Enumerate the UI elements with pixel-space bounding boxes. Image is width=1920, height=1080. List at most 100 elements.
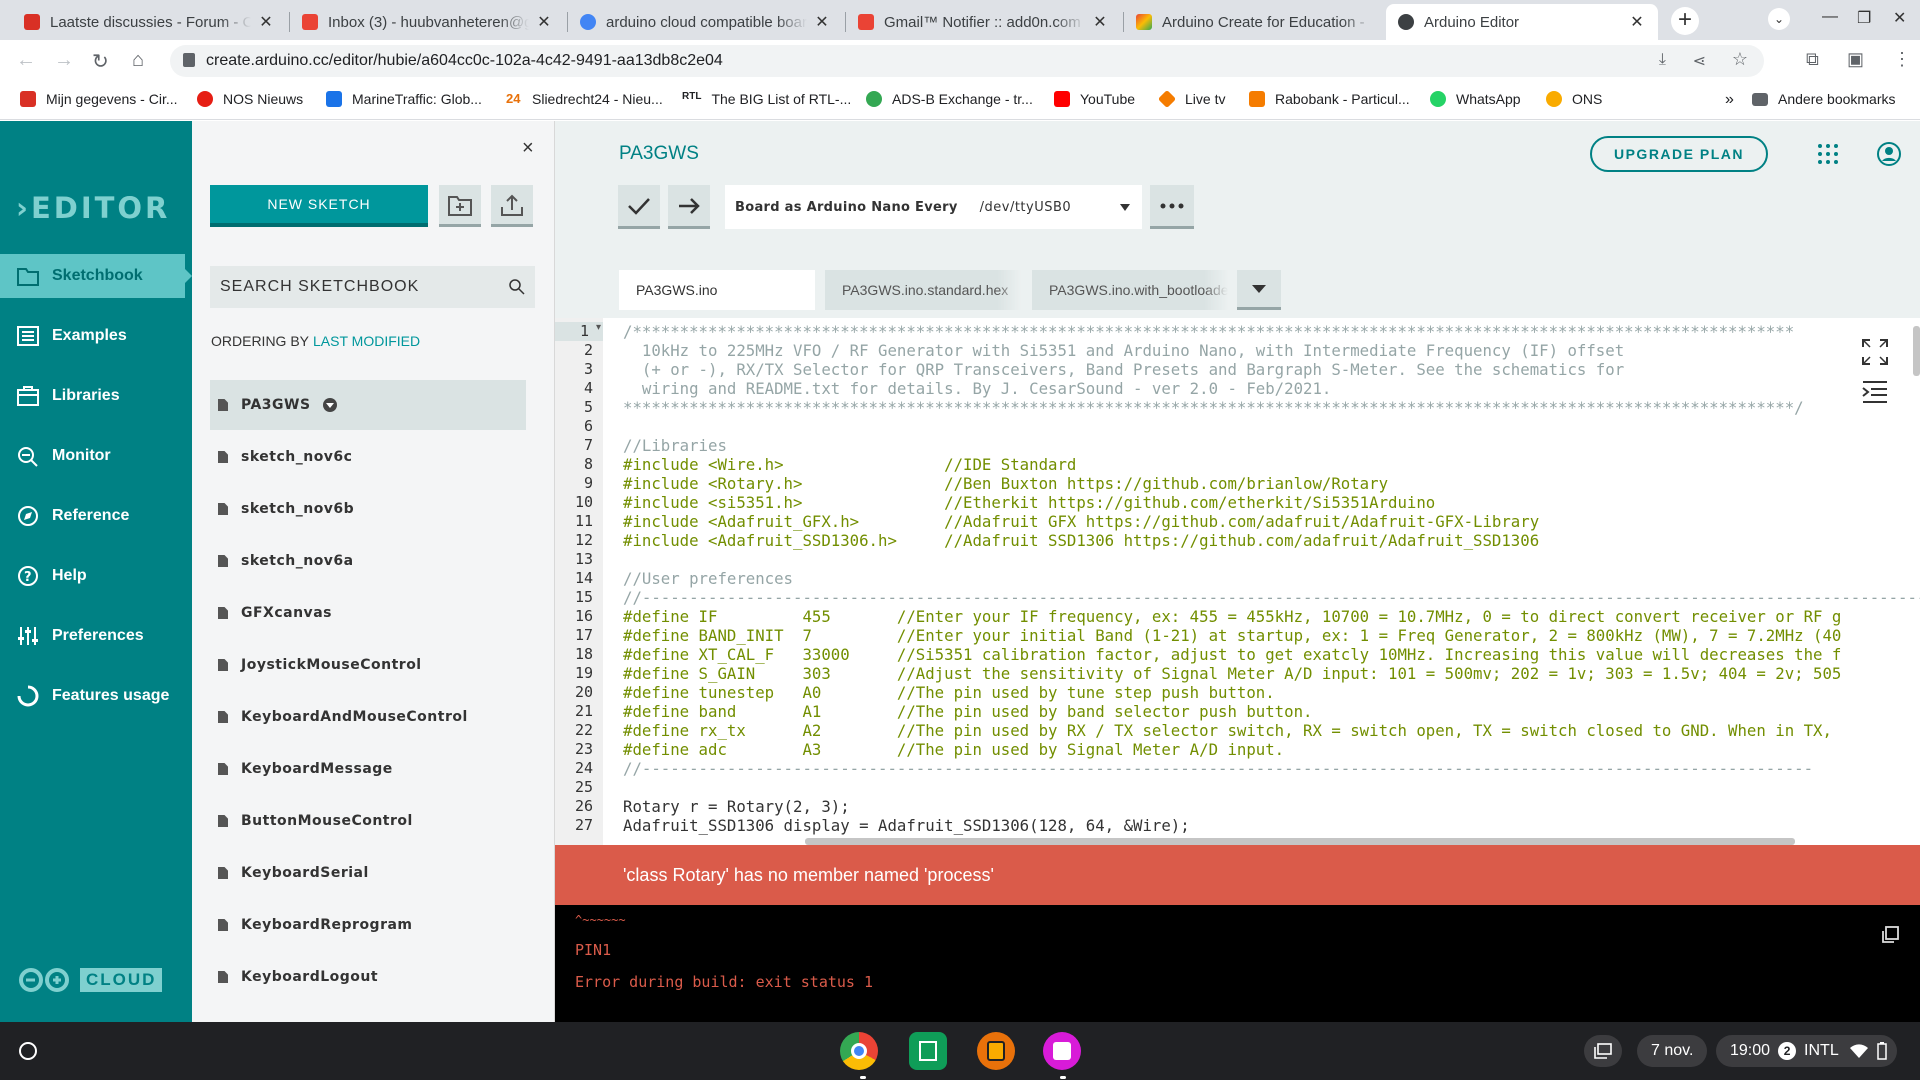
bookmark-item[interactable]: RTL The BIG List of RTL-... — [682, 91, 851, 107]
browser-tab[interactable]: arduino cloud compatible boar ✕ — [568, 4, 843, 40]
browser-tab[interactable]: Arduino Create for Education - — [1124, 4, 1386, 40]
line-number: 9 — [583, 474, 593, 492]
minimize-window-icon[interactable]: — — [1822, 8, 1838, 26]
close-window-icon[interactable]: ✕ — [1893, 8, 1906, 28]
sketch-item[interactable]: sketch_nov6c — [210, 432, 526, 482]
nav-examples[interactable]: Examples — [0, 314, 192, 358]
bookmark-item[interactable]: Live tv — [1157, 89, 1225, 109]
upload-button[interactable] — [668, 185, 710, 229]
sketch-item[interactable]: KeyboardLogout — [210, 952, 526, 1002]
line-number: 1 ▾ — [555, 322, 603, 341]
nav-reference[interactable]: Reference — [0, 494, 192, 538]
sketch-item[interactable]: ButtonMouseControl — [210, 796, 526, 846]
new-sketch-button[interactable]: NEW SKETCH — [210, 185, 428, 227]
overview-button[interactable] — [1584, 1035, 1622, 1067]
console-line: PIN1 — [575, 941, 612, 959]
file-tab[interactable]: PA3GWS.ino.standard.hex — [825, 270, 1021, 310]
copy-icon[interactable] — [1880, 925, 1900, 945]
bookmarks-overflow-button[interactable]: » — [1725, 91, 1734, 109]
close-tab-icon[interactable]: ✕ — [1091, 12, 1109, 32]
browser-tab-active[interactable]: Arduino Editor ✕ — [1386, 4, 1658, 40]
fullscreen-icon[interactable] — [1861, 338, 1889, 366]
launcher-icon[interactable] — [18, 1041, 38, 1061]
file-tab[interactable]: PA3GWS.ino.with_bootloader.hex — [1032, 270, 1228, 310]
nav-monitor[interactable]: Monitor — [0, 434, 192, 478]
nav-preferences[interactable]: Preferences — [0, 614, 192, 658]
address-bar[interactable]: create.arduino.cc/editor/hubie/a604cc0c-… — [170, 45, 1764, 77]
file-tab-active[interactable]: PA3GWS.ino — [619, 270, 815, 310]
other-bookmarks-folder[interactable]: Andere bookmarks — [1752, 91, 1896, 107]
sketch-item[interactable]: KeyboardAndMouseControl — [210, 692, 526, 742]
user-avatar-icon[interactable] — [1876, 141, 1902, 167]
status-tray[interactable]: 19:00 2 INTL — [1716, 1035, 1897, 1067]
bookmark-star-icon[interactable]: ☆ — [1732, 49, 1748, 70]
close-tab-icon[interactable]: ✕ — [535, 12, 553, 32]
reload-icon[interactable]: ↻ — [92, 49, 109, 74]
bookmark-item[interactable]: MarineTraffic: Glob... — [326, 91, 482, 107]
close-panel-icon[interactable]: × — [522, 137, 534, 160]
tab-search-chevron-icon[interactable]: ⌄ — [1768, 8, 1790, 30]
ordering-dropdown[interactable]: LAST MODIFIED — [313, 333, 420, 349]
sketch-item[interactable]: sketch_nov6b — [210, 484, 526, 534]
bookmark-item[interactable]: YouTube — [1054, 91, 1135, 107]
code-editor[interactable]: 1 ▾ 2 3 4 5 6 7 8 9 10 11 12 13 14 15 16 … — [555, 318, 1920, 845]
browser-tab[interactable]: Laatste discussies - Forum - Ci ✕ — [12, 4, 287, 40]
share-icon[interactable]: ⋖ — [1693, 51, 1706, 71]
home-icon[interactable]: ⌂ — [132, 49, 144, 72]
canvas-app-icon[interactable] — [1043, 1032, 1081, 1070]
horizontal-scrollbar[interactable] — [805, 838, 1795, 845]
zoom-app-icon[interactable] — [977, 1032, 1015, 1070]
sketch-item[interactable]: KeyboardSerial — [210, 848, 526, 898]
side-panel-icon[interactable]: ▣ — [1847, 49, 1864, 70]
more-options-button[interactable] — [1150, 185, 1194, 229]
line-number: 10 — [574, 493, 593, 511]
close-tab-icon[interactable]: ✕ — [1628, 12, 1646, 32]
sketch-item[interactable]: sketch_nov6a — [210, 536, 526, 586]
fold-arrow-icon[interactable]: ▾ — [596, 322, 601, 333]
sheets-app-icon[interactable] — [909, 1032, 947, 1070]
extensions-icon[interactable]: ⧉ — [1806, 49, 1819, 70]
tabs-dropdown-button[interactable] — [1237, 270, 1281, 310]
close-tab-icon[interactable]: ✕ — [257, 12, 275, 32]
board-selector[interactable]: Board as Arduino Nano Every /dev/ttyUSB0 — [725, 185, 1142, 229]
browser-tab[interactable]: Gmail™ Notifier :: add0n.com ✕ — [846, 4, 1121, 40]
bookmark-item[interactable]: Mijn gegevens - Cir... — [20, 91, 178, 107]
upgrade-plan-button[interactable]: UPGRADE PLAN — [1590, 136, 1768, 172]
restore-window-icon[interactable]: ❐ — [1857, 8, 1871, 28]
bookmark-item[interactable]: WhatsApp — [1430, 91, 1521, 107]
sketch-item[interactable]: KeyboardReprogram — [210, 900, 526, 950]
verify-button[interactable] — [618, 185, 660, 229]
search-sketchbook-input[interactable]: SEARCH SKETCHBOOK — [210, 266, 535, 308]
nav-features-usage[interactable]: Features usage — [0, 674, 192, 718]
sketch-item[interactable]: GFXcanvas — [210, 588, 526, 638]
sketch-item[interactable]: KeyboardMessage — [210, 744, 526, 794]
bookmark-item[interactable]: NOS Nieuws — [197, 91, 303, 107]
indent-icon[interactable] — [1861, 380, 1889, 404]
chrome-app-icon[interactable] — [840, 1032, 878, 1070]
nav-help[interactable]: ? Help — [0, 554, 192, 598]
nav-libraries[interactable]: Libraries — [0, 374, 192, 418]
date-tray[interactable]: 7 nov. — [1637, 1035, 1708, 1067]
install-app-icon[interactable]: ⤓ — [1659, 51, 1666, 69]
bookmark-item[interactable]: ADS-B Exchange - tr... — [866, 91, 1033, 107]
bookmark-item[interactable]: 24 Sliedrecht24 - Nieu... — [506, 91, 663, 107]
close-tab-icon[interactable]: ✕ — [813, 12, 831, 32]
browser-tab[interactable]: Inbox (3) - huubvanheteren@gr ✕ — [290, 4, 565, 40]
forward-icon[interactable]: → — [54, 49, 74, 72]
sketch-options-icon[interactable] — [322, 398, 337, 412]
bookmark-item[interactable]: Rabobank - Particul... — [1249, 91, 1410, 107]
bookmark-item[interactable]: ONS — [1546, 91, 1602, 107]
chrome-menu-icon[interactable]: ⋮ — [1893, 49, 1911, 70]
code-line: /***************************************… — [623, 322, 1795, 341]
nav-sketchbook[interactable]: Sketchbook — [0, 254, 192, 298]
import-button[interactable] — [491, 185, 533, 227]
sketch-item[interactable]: JoystickMouseControl — [210, 640, 526, 690]
arduino-cloud-logo[interactable]: CLOUD — [16, 966, 163, 994]
apps-grid-icon[interactable] — [1817, 143, 1839, 165]
sketch-item-selected[interactable]: PA3GWS — [210, 380, 526, 430]
new-tab-button[interactable]: + — [1671, 7, 1699, 35]
new-folder-button[interactable] — [439, 185, 481, 227]
line-number: 26 — [574, 797, 593, 815]
vertical-scrollbar[interactable] — [1913, 326, 1920, 376]
back-icon[interactable]: ← — [16, 49, 36, 72]
